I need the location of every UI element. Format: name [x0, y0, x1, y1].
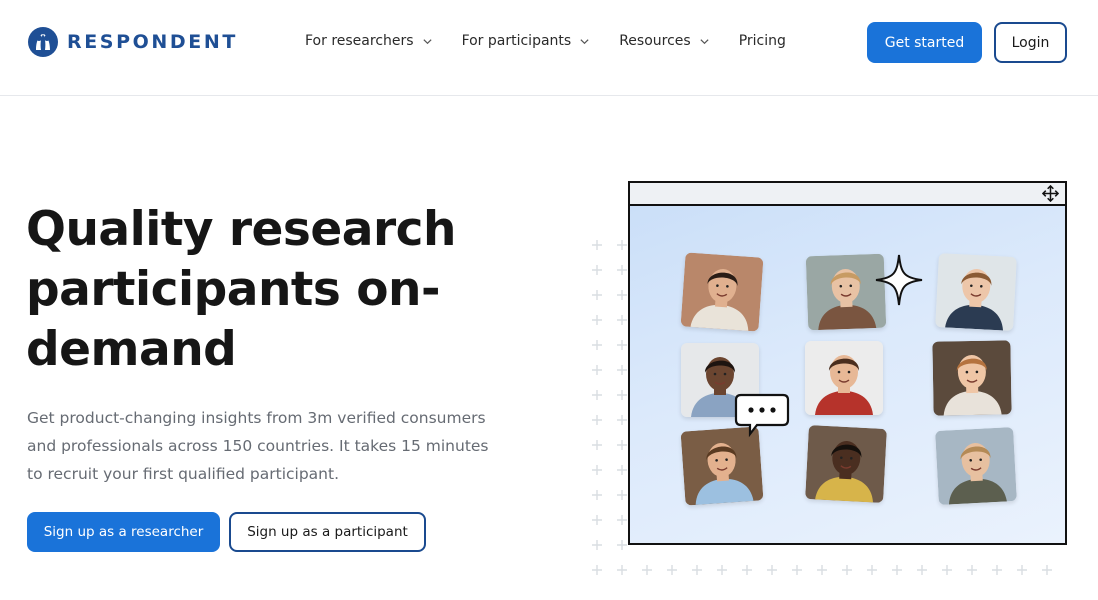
- participant-tile: [935, 253, 1017, 331]
- signup-researcher-button[interactable]: Sign up as a researcher: [27, 512, 220, 552]
- nav-item-label: For researchers: [305, 33, 414, 49]
- participant-tile: [935, 427, 1017, 505]
- participant-tile: [932, 340, 1012, 416]
- hero-title: Quality research participants on-demand: [26, 202, 456, 377]
- sparkle-icon: [875, 254, 923, 306]
- nav-item-label: Resources: [619, 33, 691, 49]
- participant-avatar-icon: [932, 340, 1012, 416]
- nav-item-for-participants[interactable]: For participants: [462, 33, 591, 49]
- chevron-down-icon: [580, 38, 589, 44]
- brand-name: RESPONDENT: [67, 31, 238, 53]
- nav-item-for-researchers[interactable]: For researchers: [305, 33, 433, 49]
- chevron-down-icon: [422, 38, 432, 44]
- chat-bubble-icon: [734, 393, 790, 438]
- move-arrows-icon[interactable]: [1042, 185, 1059, 202]
- participant-tile: [680, 426, 764, 506]
- window-title-bar: [630, 183, 1065, 206]
- nav-item-label: Pricing: [738, 33, 786, 49]
- nav-item-pricing[interactable]: Pricing: [739, 33, 786, 49]
- hero-subtitle: Get product-changing insights from 3m ve…: [27, 409, 489, 483]
- participant-tile: [805, 341, 883, 415]
- participant-avatar-icon: [805, 341, 883, 415]
- hero-illustration: [585, 175, 1075, 595]
- brand-logo[interactable]: RESPONDENT: [27, 26, 238, 58]
- nav-item-resources[interactable]: Resources: [619, 33, 710, 49]
- login-button[interactable]: Login: [994, 22, 1067, 63]
- chevron-down-icon: [700, 38, 709, 44]
- participant-avatar-icon: [935, 253, 1017, 331]
- nav-item-label: For participants: [461, 33, 572, 49]
- participant-avatar-icon: [805, 425, 887, 503]
- signup-participant-button[interactable]: Sign up as a participant: [229, 512, 426, 552]
- participant-tile: [680, 252, 764, 332]
- get-started-button[interactable]: Get started: [867, 22, 982, 63]
- main-nav: For researchers For participants Resourc…: [305, 33, 815, 49]
- participant-avatar-icon: [935, 427, 1017, 505]
- participant-tile: [805, 425, 887, 503]
- site-header: RESPONDENT For researchers For participa…: [0, 0, 1098, 96]
- respondent-logo-icon: [28, 27, 58, 57]
- participant-avatar-icon: [680, 252, 764, 332]
- participant-avatar-icon: [680, 426, 764, 506]
